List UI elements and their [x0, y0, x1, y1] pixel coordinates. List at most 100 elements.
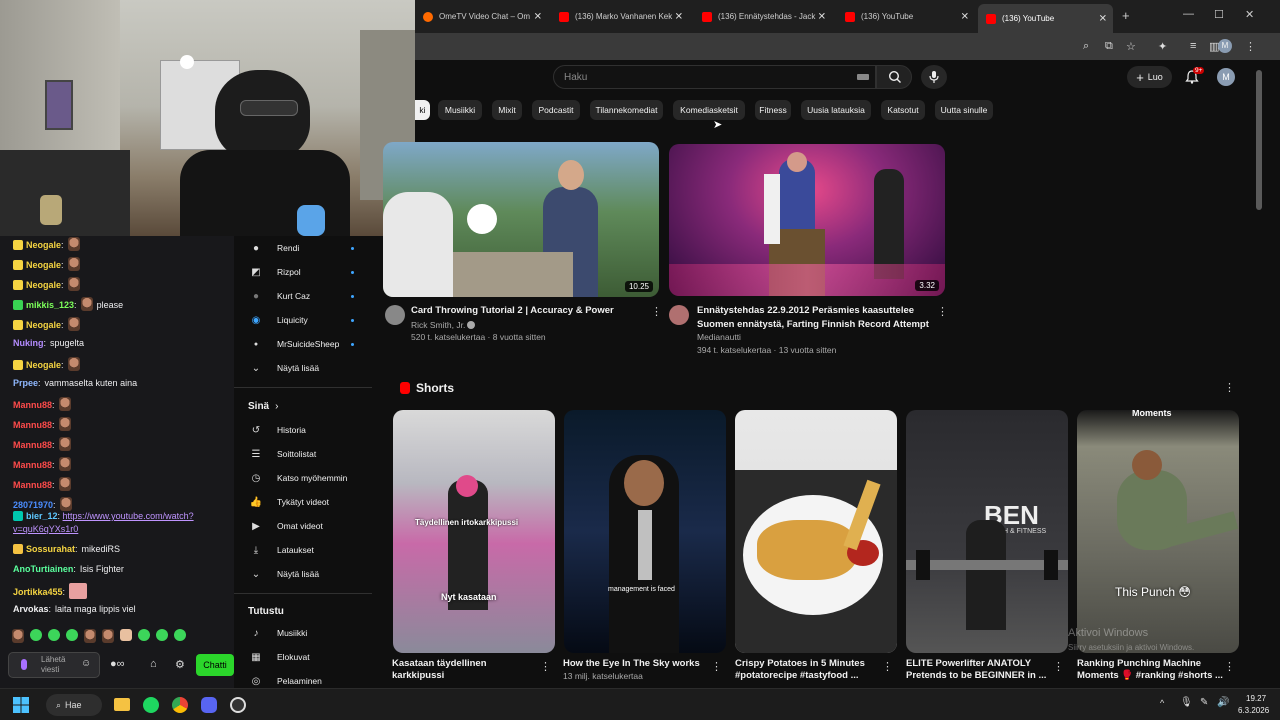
sidebar-item-your-videos[interactable]: ▶ Omat videot	[234, 515, 372, 537]
chat-send-button[interactable]: Chatti	[196, 654, 234, 676]
speaker-tray-icon[interactable]: 🔊	[1217, 697, 1229, 708]
browser-tab[interactable]: OmeTV Video Chat – Om ✕	[415, 5, 548, 28]
sidebar-item-playlists[interactable]: ☰ Soittolistat	[234, 443, 372, 465]
sidebar-subscription[interactable]: ● Kurt Caz	[234, 285, 372, 307]
taskbar-time[interactable]: 19.27	[1246, 694, 1266, 703]
sidebar-subscription[interactable]: ◩ Rizpol	[234, 261, 372, 283]
chip[interactable]: Mixit	[492, 100, 522, 120]
video-thumbnail[interactable]: 10.25	[383, 142, 659, 297]
chip[interactable]: Komediasketsit	[673, 100, 745, 120]
browser-tab[interactable]: (136) Marko Vanhanen Kek ✕	[551, 5, 689, 28]
close-tab-icon[interactable]: ✕	[961, 11, 969, 22]
short-title[interactable]: ELITE Powerlifter ANATOLY Pretends to be …	[906, 658, 1056, 682]
channel-points-icon[interactable]: ●∞	[110, 658, 125, 670]
close-tab-icon[interactable]: ✕	[534, 11, 542, 22]
show-more-button[interactable]: ⌄ Näytä lisää	[234, 563, 372, 585]
mic-icon[interactable]	[21, 659, 27, 670]
short-title[interactable]: How the Eye In The Sky works 13 milj. kat…	[563, 658, 713, 682]
short-thumbnail[interactable]: Täydellinen irtokarkkipussi Nyt kasataan	[393, 410, 555, 653]
short-thumbnail[interactable]: management is faced	[564, 410, 726, 653]
video-title-line-1[interactable]: Ennätystehdas 22.9.2012 Peräsmies kaasut…	[697, 304, 914, 317]
page-scrollbar[interactable]	[1256, 70, 1262, 210]
close-window-icon[interactable]: ✕	[1245, 8, 1254, 21]
sidebar-item-downloads[interactable]: ⤓ Lataukset	[234, 539, 372, 561]
chip-partial[interactable]: ki	[415, 100, 430, 120]
extensions-icon[interactable]: ✦	[1158, 40, 1167, 53]
browser-tab[interactable]: (136) YouTube ✕	[837, 5, 975, 28]
shorts-more-icon[interactable]: ⋮	[1224, 381, 1235, 394]
channel-name[interactable]: Medianautti	[697, 331, 741, 344]
browser-menu-icon[interactable]: ⋮	[1245, 40, 1256, 53]
discord-icon[interactable]	[201, 697, 217, 713]
account-avatar[interactable]: M	[1217, 68, 1235, 86]
short-thumbnail[interactable]	[735, 410, 897, 653]
chip[interactable]: Podcastit	[532, 100, 580, 120]
profile-avatar[interactable]: M	[1218, 39, 1232, 53]
sidebar-item-watch-later[interactable]: ◷ Katso myöhemmin	[234, 467, 372, 489]
file-explorer-icon[interactable]	[114, 698, 130, 711]
short-thumbnail[interactable]: BEN EALTH & FITNESS	[906, 410, 1068, 653]
bookmark-star-icon[interactable]: ☆	[1126, 40, 1136, 53]
create-button[interactable]: + Luo	[1127, 66, 1172, 88]
keyboard-icon[interactable]	[857, 74, 869, 80]
show-more-button[interactable]: ⌄ Näytä lisää	[234, 357, 372, 379]
minimize-icon[interactable]: —	[1183, 8, 1194, 20]
more-options-icon[interactable]: ⋮	[651, 305, 662, 318]
video-thumbnail[interactable]: 3.32	[669, 144, 945, 296]
video-title[interactable]: Card Throwing Tutorial 2 | Accuracy & Po…	[411, 304, 614, 317]
short-title[interactable]: Kasataan täydellinen karkkipussi	[392, 658, 542, 682]
windows-start-icon[interactable]	[13, 697, 29, 713]
close-tab-icon[interactable]: ✕	[675, 11, 683, 22]
sidebar-item-liked[interactable]: 👍 Tykätyt videot	[234, 491, 372, 513]
emote-picker-icon[interactable]: ☺	[81, 658, 91, 669]
tray-overflow-icon[interactable]: ^	[1160, 698, 1164, 708]
more-options-icon[interactable]: ⋮	[540, 660, 551, 673]
more-options-icon[interactable]: ⋮	[937, 305, 948, 318]
new-tab-button[interactable]: +	[1122, 8, 1130, 23]
video-title-line-2[interactable]: Suomen ennätystä, Farting Finnish Record…	[697, 318, 929, 331]
sidebar-item-music[interactable]: ♪ Musiikki	[234, 622, 372, 644]
channel-avatar[interactable]	[669, 305, 689, 325]
chip[interactable]: Musiikki	[438, 100, 482, 120]
chat-message-link-cont[interactable]: v=quK6qYXs1r0	[13, 523, 78, 535]
sidebar-subscription[interactable]: ● Rendi	[234, 237, 372, 259]
short-title[interactable]: Crispy Potatoes in 5 Minutes #potatorecip…	[735, 658, 885, 682]
chat-settings-icon[interactable]: ⚙	[175, 658, 185, 671]
channel-avatar[interactable]	[385, 305, 405, 325]
voice-search-button[interactable]	[921, 65, 947, 89]
taskbar-search[interactable]: ⌕ Hae	[46, 694, 102, 716]
chip[interactable]: Fitness	[755, 100, 791, 120]
more-options-icon[interactable]: ⋮	[1224, 660, 1235, 673]
sidebar-subscription[interactable]: ◉ Liquicity	[234, 309, 372, 331]
zoom-icon[interactable]: ⌕	[1083, 40, 1089, 53]
sidebar-item-movies[interactable]: ▦ Elokuvat	[234, 646, 372, 668]
chip[interactable]: Katsotut	[881, 100, 925, 120]
store-icon[interactable]: ⌂	[150, 658, 157, 670]
microphone-tray-icon[interactable]: 🎙	[1180, 697, 1193, 708]
browser-tab[interactable]: (136) Ennätystehdas - Jack ✕	[694, 5, 832, 28]
chip[interactable]: Uutta sinulle	[935, 100, 993, 120]
taskbar-date[interactable]: 6.3.2026	[1238, 706, 1269, 715]
pen-tray-icon[interactable]: ✎	[1200, 697, 1208, 708]
spotify-icon[interactable]	[143, 697, 159, 713]
install-app-icon[interactable]: ⧉	[1105, 40, 1113, 53]
more-options-icon[interactable]: ⋮	[1053, 660, 1064, 673]
sidebar-subscription[interactable]: ● MrSuicideSheep	[234, 333, 372, 355]
more-options-icon[interactable]: ⋮	[882, 660, 893, 673]
chip[interactable]: Tilannekomediat	[590, 100, 663, 120]
chip[interactable]: Uusia latauksia	[801, 100, 871, 120]
search-input[interactable]: Haku	[553, 65, 876, 89]
maximize-icon[interactable]: ☐	[1214, 8, 1224, 21]
more-options-icon[interactable]: ⋮	[711, 660, 722, 673]
chat-link[interactable]: https://www.youtube.com/watch?	[63, 511, 194, 521]
sidebar-item-history[interactable]: ↺ Historia	[234, 419, 372, 441]
notifications-button[interactable]: 9+	[1185, 67, 1205, 86]
chrome-icon[interactable]	[172, 697, 188, 713]
media-controls-icon[interactable]: ≡	[1190, 40, 1196, 52]
chat-input[interactable]: Lähetä viesti ☺	[8, 652, 100, 678]
you-section-heading[interactable]: Sinä ›	[248, 401, 278, 412]
close-tab-icon[interactable]: ✕	[1099, 13, 1107, 24]
search-button[interactable]	[876, 65, 912, 89]
obs-icon[interactable]	[230, 697, 246, 713]
close-tab-icon[interactable]: ✕	[818, 11, 826, 22]
